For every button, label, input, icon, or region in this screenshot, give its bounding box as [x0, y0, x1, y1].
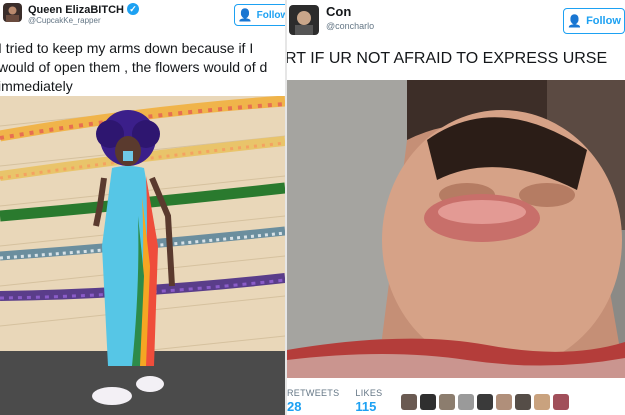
- liker-avatar[interactable]: [458, 394, 474, 410]
- left-follow-button[interactable]: 👤 Follow: [234, 4, 285, 26]
- right-user-avatar[interactable]: [289, 5, 319, 35]
- liker-avatar[interactable]: [496, 394, 512, 410]
- left-tweet-text-line-1: I tried to keep my arms down because if …: [0, 40, 254, 56]
- likes-stat[interactable]: LIKES 115: [355, 388, 382, 414]
- left-tweet-text-line-2: would of open them , the flowers would o…: [0, 59, 268, 75]
- left-user-name[interactable]: Queen ElizaBITCH ✓: [28, 3, 139, 16]
- liker-avatar[interactable]: [439, 394, 455, 410]
- follow-person-plus-icon: 👤: [237, 8, 253, 22]
- right-user-name[interactable]: Con: [326, 4, 351, 19]
- verified-badge-icon: ✓: [126, 3, 139, 15]
- tweet-stats: RETWEETS 28 LIKES 115: [287, 388, 398, 414]
- follow-person-plus-icon: 👤: [567, 14, 583, 28]
- right-tweet-card: Con @concharlo 👤 Follow RT IF UR NOT AFR…: [287, 0, 625, 415]
- right-user-handle[interactable]: @concharlo: [326, 21, 374, 31]
- left-tweet-text-line-3: immediately: [0, 78, 73, 94]
- left-follow-label: Follow: [256, 9, 285, 21]
- liker-avatar[interactable]: [420, 394, 436, 410]
- left-user-handle[interactable]: @CupcakKe_rapper: [28, 16, 101, 25]
- right-follow-label: Follow: [586, 15, 621, 27]
- liker-avatar[interactable]: [553, 394, 569, 410]
- right-tweet-photo[interactable]: [287, 80, 625, 378]
- retweets-stat[interactable]: RETWEETS 28: [287, 388, 339, 414]
- liker-avatar[interactable]: [477, 394, 493, 410]
- liker-avatar[interactable]: [515, 394, 531, 410]
- liker-avatar[interactable]: [534, 394, 550, 410]
- right-follow-button[interactable]: 👤 Follow: [563, 8, 625, 34]
- likers-avatars: [401, 394, 569, 410]
- likes-label: LIKES: [355, 388, 383, 398]
- retweets-count: 28: [287, 399, 302, 414]
- retweets-label: RETWEETS: [287, 388, 340, 398]
- liker-avatar[interactable]: [401, 394, 417, 410]
- left-user-avatar[interactable]: [3, 3, 22, 22]
- likes-count: 115: [355, 399, 377, 414]
- left-tweet-card: Queen ElizaBITCH ✓ @CupcakKe_rapper 👤 Fol…: [0, 0, 285, 415]
- left-tweet-photo[interactable]: [0, 96, 285, 415]
- right-tweet-text: RT IF UR NOT AFRAID TO EXPRESS URSE: [287, 50, 608, 67]
